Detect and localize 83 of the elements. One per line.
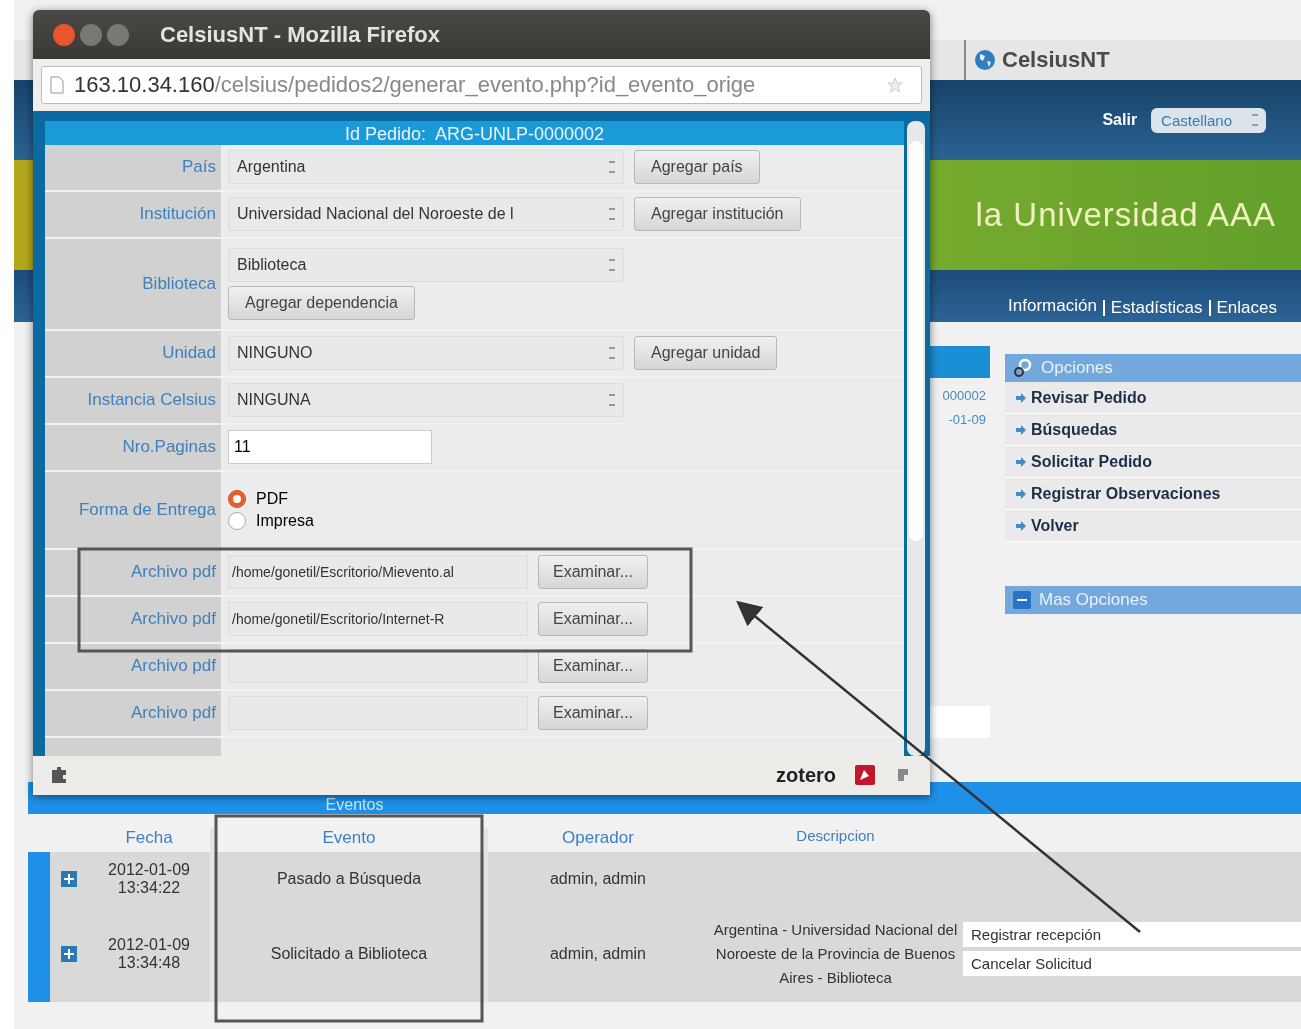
option-link[interactable]: Volver xyxy=(1005,510,1301,542)
field-label: País xyxy=(181,157,216,178)
puzzle-icon[interactable] xyxy=(49,765,69,786)
field-label: Forma de Entrega xyxy=(79,499,216,520)
browse-button[interactable]: Examinar... xyxy=(538,649,649,684)
pdf-icon[interactable] xyxy=(854,764,876,787)
events-title: Eventos xyxy=(325,796,384,814)
expand-icon[interactable] xyxy=(61,946,77,962)
language-select[interactable]: Castellano xyxy=(1151,107,1266,133)
content-box xyxy=(930,706,990,738)
field-label: Institución xyxy=(139,204,216,225)
logout-link[interactable]: Salir xyxy=(1102,111,1138,129)
field-label: Nro.Paginas xyxy=(122,437,216,458)
radio-button[interactable] xyxy=(228,511,246,530)
select-field[interactable]: NINGUNO xyxy=(228,336,624,371)
field-label: Unidad xyxy=(162,343,216,364)
file-path-field[interactable]: /home/gonetil/Escritorio/Internet-R xyxy=(228,602,528,637)
address-bar[interactable]: 163.10.34.160/celsius/pedidos2/generar_evento.php?id_evento_orige xyxy=(41,66,922,105)
add-button[interactable]: Agregar unidad xyxy=(634,336,778,371)
expand-icon[interactable] xyxy=(61,871,77,887)
maximize-button[interactable] xyxy=(107,23,129,46)
field-label: Archivo pdf xyxy=(130,656,216,677)
option-link[interactable]: Revisar Pedido xyxy=(1005,382,1301,414)
field-label: Biblioteca xyxy=(142,273,216,294)
radio-label: Impresa xyxy=(256,511,314,530)
scrollbar[interactable] xyxy=(907,120,925,756)
minimize-button[interactable] xyxy=(80,23,102,46)
description-cell-text: Argentina - Universidad Nacional del Noroeste de la Provincia de Buenos Aires - Biblioteca xyxy=(712,920,959,988)
request-info-text: -01-09 xyxy=(948,411,987,429)
field-label: Archivo pdf xyxy=(130,609,216,630)
field-label: Instancia Celsius xyxy=(87,390,216,411)
arrow-icon xyxy=(1015,423,1027,436)
column-header: Operador xyxy=(561,828,635,849)
radio-label: PDF xyxy=(256,489,288,508)
field-label: Archivo pdf xyxy=(130,562,216,583)
arrow-icon xyxy=(1015,391,1027,404)
globe-icon xyxy=(974,49,996,71)
request-info-text: 000002 xyxy=(942,387,987,405)
date-cell: 2012-01-09 13:34:22 xyxy=(108,861,190,897)
select-field[interactable]: NINGUNA xyxy=(228,383,624,418)
add-button[interactable]: Agregar dependencia xyxy=(228,285,415,320)
add-button[interactable]: Agregar institución xyxy=(634,197,801,232)
option-link[interactable]: Búsquedas xyxy=(1005,414,1301,446)
browse-button[interactable]: Examinar... xyxy=(538,555,649,590)
close-button[interactable] xyxy=(53,23,75,46)
date-cell: 2012-01-09 13:34:48 xyxy=(108,936,190,972)
nav-link[interactable]: Información xyxy=(1002,296,1103,320)
arrow-icon xyxy=(1015,455,1027,468)
file-path-field[interactable] xyxy=(228,649,528,684)
input-field[interactable]: 11 xyxy=(228,430,432,465)
browse-button[interactable]: Examinar... xyxy=(538,696,649,731)
select-field[interactable]: Argentina xyxy=(228,150,624,185)
action-link[interactable]: Registrar recepción xyxy=(963,922,1301,947)
zotero-label[interactable]: zotero xyxy=(776,763,836,787)
page-icon xyxy=(50,76,64,95)
options-title: Opciones xyxy=(1041,358,1113,378)
select-field[interactable]: Universidad Nacional del Noroeste de l xyxy=(228,197,624,232)
browse-button[interactable]: Examinar... xyxy=(538,602,649,637)
event-cell: Pasado a Búsqueda xyxy=(276,870,422,888)
arrow-icon xyxy=(1015,487,1027,500)
column-header: Fecha xyxy=(124,828,174,849)
option-link[interactable]: Solicitar Pedido xyxy=(1005,446,1301,478)
option-link[interactable]: Registrar Observaciones xyxy=(1005,478,1301,510)
collapse-icon xyxy=(1013,591,1031,609)
arrow-icon xyxy=(1015,519,1027,532)
file-path-field[interactable]: /home/gonetil/Escritorio/Mievento.al xyxy=(228,555,528,590)
column-header: Descripcion xyxy=(795,826,876,846)
select-field[interactable]: Biblioteca xyxy=(228,247,624,282)
more-options-title: Mas Opciones xyxy=(1039,590,1148,610)
section-header-bar xyxy=(930,346,990,378)
radio-button[interactable] xyxy=(228,489,246,508)
event-cell: Solicitado a Biblioteca xyxy=(270,945,428,963)
add-button[interactable]: Agregar país xyxy=(634,150,760,185)
window-title: CelsiusNT - Mozilla Firefox xyxy=(160,21,440,48)
operator-cell: admin, admin xyxy=(549,870,646,888)
nav-link[interactable]: Enlaces xyxy=(1208,300,1283,316)
star-icon[interactable] xyxy=(887,77,903,94)
form-title: Id Pedido: ARG-UNLP-0000002 xyxy=(45,123,904,145)
operator-cell: admin, admin xyxy=(549,945,646,963)
action-link[interactable]: Cancelar Solicitud xyxy=(963,951,1301,976)
field-label: Archivo pdf xyxy=(130,703,216,724)
nav-link[interactable]: Estadísticas xyxy=(1102,300,1209,316)
banner-title: la Universidad AAA xyxy=(975,196,1276,234)
